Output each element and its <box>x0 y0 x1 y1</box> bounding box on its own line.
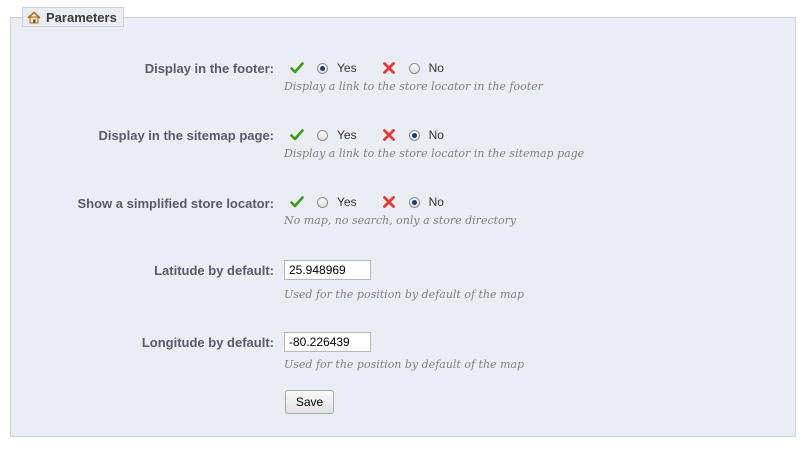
radio-yes[interactable] <box>317 129 328 141</box>
setting-description: Display a link to the store locator in t… <box>284 147 585 160</box>
setting-description: No map, no search, only a store director… <box>284 214 517 227</box>
latitude-description: Used for the position by default of the … <box>284 288 525 301</box>
latitude-input[interactable] <box>284 260 371 280</box>
radio-no-label: No <box>428 195 444 209</box>
cross-icon <box>382 195 396 209</box>
checkmark-icon <box>290 128 304 142</box>
radio-yes-label: Yes <box>337 195 357 209</box>
radio-yes[interactable] <box>317 196 328 208</box>
checkmark-icon <box>290 195 304 209</box>
checkmark-icon <box>290 61 304 75</box>
radio-yes[interactable] <box>317 62 328 74</box>
setting-description: Display a link to the store locator in t… <box>284 80 543 93</box>
radio-no[interactable] <box>408 62 420 74</box>
radio-no-label: No <box>428 61 444 75</box>
panel-legend: Parameters <box>22 7 124 27</box>
cross-icon <box>382 61 396 75</box>
setting-label: Display in the sitemap page: <box>98 128 274 143</box>
home-icon <box>27 10 41 24</box>
longitude-input[interactable] <box>284 332 371 352</box>
radio-no[interactable] <box>408 129 420 141</box>
setting-label: Display in the footer: <box>144 61 274 76</box>
save-button[interactable]: Save <box>285 390 334 414</box>
longitude-label: Longitude by default: <box>141 335 274 350</box>
cross-icon <box>382 128 396 142</box>
latitude-label: Latitude by default: <box>154 263 274 278</box>
radio-no[interactable] <box>408 196 420 208</box>
radio-yes-label: Yes <box>337 128 357 142</box>
panel-title: Parameters <box>46 9 117 25</box>
longitude-description: Used for the position by default of the … <box>284 358 525 371</box>
radio-yes-label: Yes <box>337 61 357 75</box>
radio-no-label: No <box>428 128 444 142</box>
setting-label: Show a simplified store locator: <box>77 196 274 211</box>
